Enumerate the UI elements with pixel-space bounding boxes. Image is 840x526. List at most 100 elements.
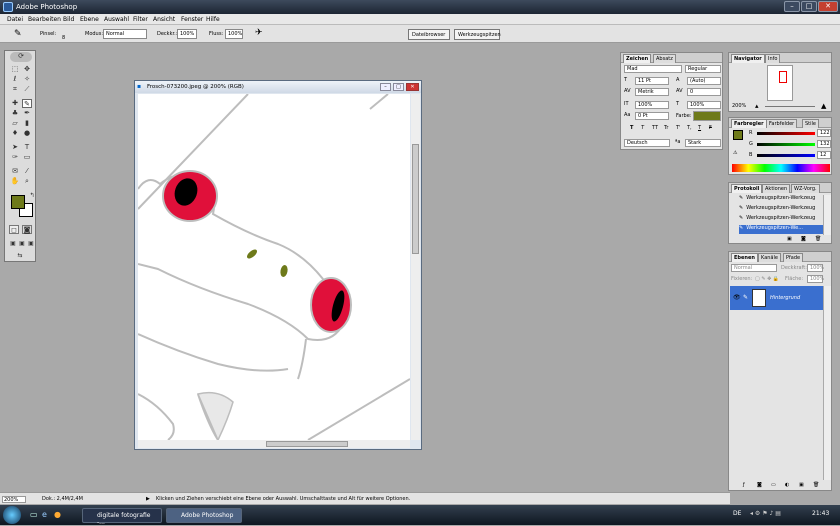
minimize-button[interactable]: – [784,1,800,12]
lasso-icon[interactable]: ℓ [10,75,20,84]
tab-farbfelder[interactable]: Farbfelder [766,119,798,128]
tab-wz-vorg[interactable]: WZ-Vorg. [791,184,820,193]
horizontal-scroll-thumb[interactable] [266,441,348,447]
tab-farbregler[interactable]: Farbregler [731,119,767,128]
menu-fenster[interactable]: Fenster [181,16,203,23]
history-scrollbar[interactable] [823,195,831,235]
subscript-button[interactable]: T, [687,125,692,131]
zoom-slider[interactable] [765,106,815,107]
marquee-icon[interactable]: ⬚ [10,65,20,74]
firefox-icon[interactable]: ● [54,510,61,519]
font-family-select[interactable]: Mad [624,65,682,73]
tab-werkzeugspitzen[interactable]: Werkzeugspitzen [454,29,501,40]
jump-to-imageready-icon[interactable]: ⇆ [15,251,25,260]
layers-scrollbar[interactable] [823,286,831,480]
history-brush-icon[interactable]: ✒ [22,109,32,118]
horizontal-scale-input[interactable]: 100% [687,101,721,109]
tab-stile[interactable]: Stile [802,119,819,128]
image-canvas[interactable] [138,94,410,440]
ie-icon[interactable]: e [42,510,47,519]
fill-opacity-input[interactable]: 100% [807,275,824,283]
strikethrough-button[interactable]: F [709,125,712,131]
layer-name[interactable]: Hintergrund [770,295,800,301]
language-select[interactable]: Deutsch [624,139,670,147]
adobe-online-icon[interactable]: ⟳ [10,52,32,62]
type-icon[interactable]: T [22,143,32,152]
underline-button[interactable]: T [698,125,701,131]
zoom-out-icon[interactable]: ▴ [755,102,759,110]
tab-info[interactable]: Info [765,54,781,63]
lock-icons[interactable]: ▢ ✎ ✥ 🔒 [755,276,779,282]
vertical-scroll-thumb[interactable] [412,144,419,254]
text-color-swatch[interactable] [693,111,721,121]
healing-icon[interactable]: ✚ [10,99,20,108]
superscript-button[interactable]: T' [676,125,680,131]
language-indicator[interactable]: DE [733,510,741,517]
close-button[interactable]: ✕ [818,1,838,12]
fluss-input[interactable]: 100% [225,29,243,39]
navigator-zoom[interactable]: 200% [732,103,746,109]
taskbar-item-folder[interactable]: digitale fotografie -... [82,508,162,526]
tracking-select[interactable]: 0 [687,88,721,96]
pinsel-size[interactable]: 8 [62,35,65,41]
vertical-scrollbar[interactable] [411,94,420,440]
path-select-icon[interactable]: ➤ [10,143,20,152]
horizontal-scrollbar[interactable] [138,440,410,448]
g-slider[interactable] [757,143,815,146]
slice-icon[interactable]: ⟋ [22,85,32,94]
show-desktop-icon[interactable]: ▭ [30,510,38,519]
font-style-select[interactable]: Regular [685,65,721,73]
shape-icon[interactable]: ▭ [22,153,32,162]
menu-filter[interactable]: Filter [133,16,148,23]
tab-protokoll[interactable]: Protokoll [731,184,763,193]
navigator-view-box[interactable] [779,71,787,83]
foreground-color-swatch[interactable] [11,195,25,209]
crop-icon[interactable]: ⌗ [10,85,20,94]
kerning-select[interactable]: Metrik [635,88,669,96]
doc-maximize-button[interactable]: □ [393,83,404,91]
layer-opacity-input[interactable]: 100% [807,264,824,272]
menu-bearbeiten[interactable]: Bearbeiten [28,16,61,23]
delete-state-icon[interactable]: 🗑 [815,236,821,242]
quickmask-mode-icon[interactable]: ◙ [22,225,32,234]
status-zoom[interactable]: 200% [2,496,26,503]
history-item-selected[interactable]: ✎ Werkzeugspitzen-We... [739,225,823,234]
menu-datei[interactable]: Datei [7,16,23,23]
magic-wand-icon[interactable]: ✧ [22,75,32,84]
delete-layer-icon[interactable]: 🗑 [813,482,819,488]
swap-colors-icon[interactable]: ↰ [27,191,37,200]
gradient-icon[interactable]: ▮ [22,119,32,128]
b-slider[interactable] [757,154,815,157]
font-size-select[interactable]: 11 Pt [635,77,669,85]
history-item[interactable]: ✎ Werkzeugspitzen-Werkzeug [739,205,823,214]
baseline-input[interactable]: 0 Pt [635,112,669,120]
leading-select[interactable]: (Auto) [687,77,721,85]
new-layer-icon[interactable]: ▣ [799,482,804,488]
menu-bild[interactable]: Bild [63,16,74,23]
history-item[interactable]: ✎ Werkzeugspitzen-Werkzeug [739,215,823,224]
tab-navigator[interactable]: Navigator [731,54,765,63]
airbrush-icon[interactable]: ✈ [255,28,263,38]
small-caps-button[interactable]: Tr [664,125,668,131]
r-value[interactable]: 122 [817,129,831,137]
standard-mode-icon[interactable]: ◻ [9,225,19,234]
hand-icon[interactable]: ✋ [10,177,20,186]
r-slider[interactable] [757,132,815,135]
pen-icon[interactable]: ✑ [10,153,20,162]
tab-absatz[interactable]: Absatz [653,54,676,63]
color-spectrum-bar[interactable] [732,164,830,172]
move-icon[interactable]: ✥ [22,65,32,74]
blur-icon[interactable]: ♦ [10,129,20,138]
dodge-icon[interactable]: ● [22,129,32,138]
deckkraft-input[interactable]: 100% [177,29,197,39]
vertical-scale-input[interactable]: 100% [635,101,669,109]
taskbar-item-photoshop[interactable]: Adobe Photoshop [166,508,242,523]
layer-mask-icon[interactable]: ◙ [757,482,762,488]
menu-ebene[interactable]: Ebene [80,16,99,23]
tab-kanaele[interactable]: Kanäle [758,253,781,262]
menu-ansicht[interactable]: Ansicht [153,16,175,23]
brush-icon[interactable]: ✎ [22,99,32,108]
tray-icons[interactable]: ◂ ⚙ ⚑ ♪ ▤ [750,510,781,517]
new-set-icon[interactable]: ▭ [771,482,776,488]
eyedropper-icon[interactable]: ⁄ [22,167,32,176]
